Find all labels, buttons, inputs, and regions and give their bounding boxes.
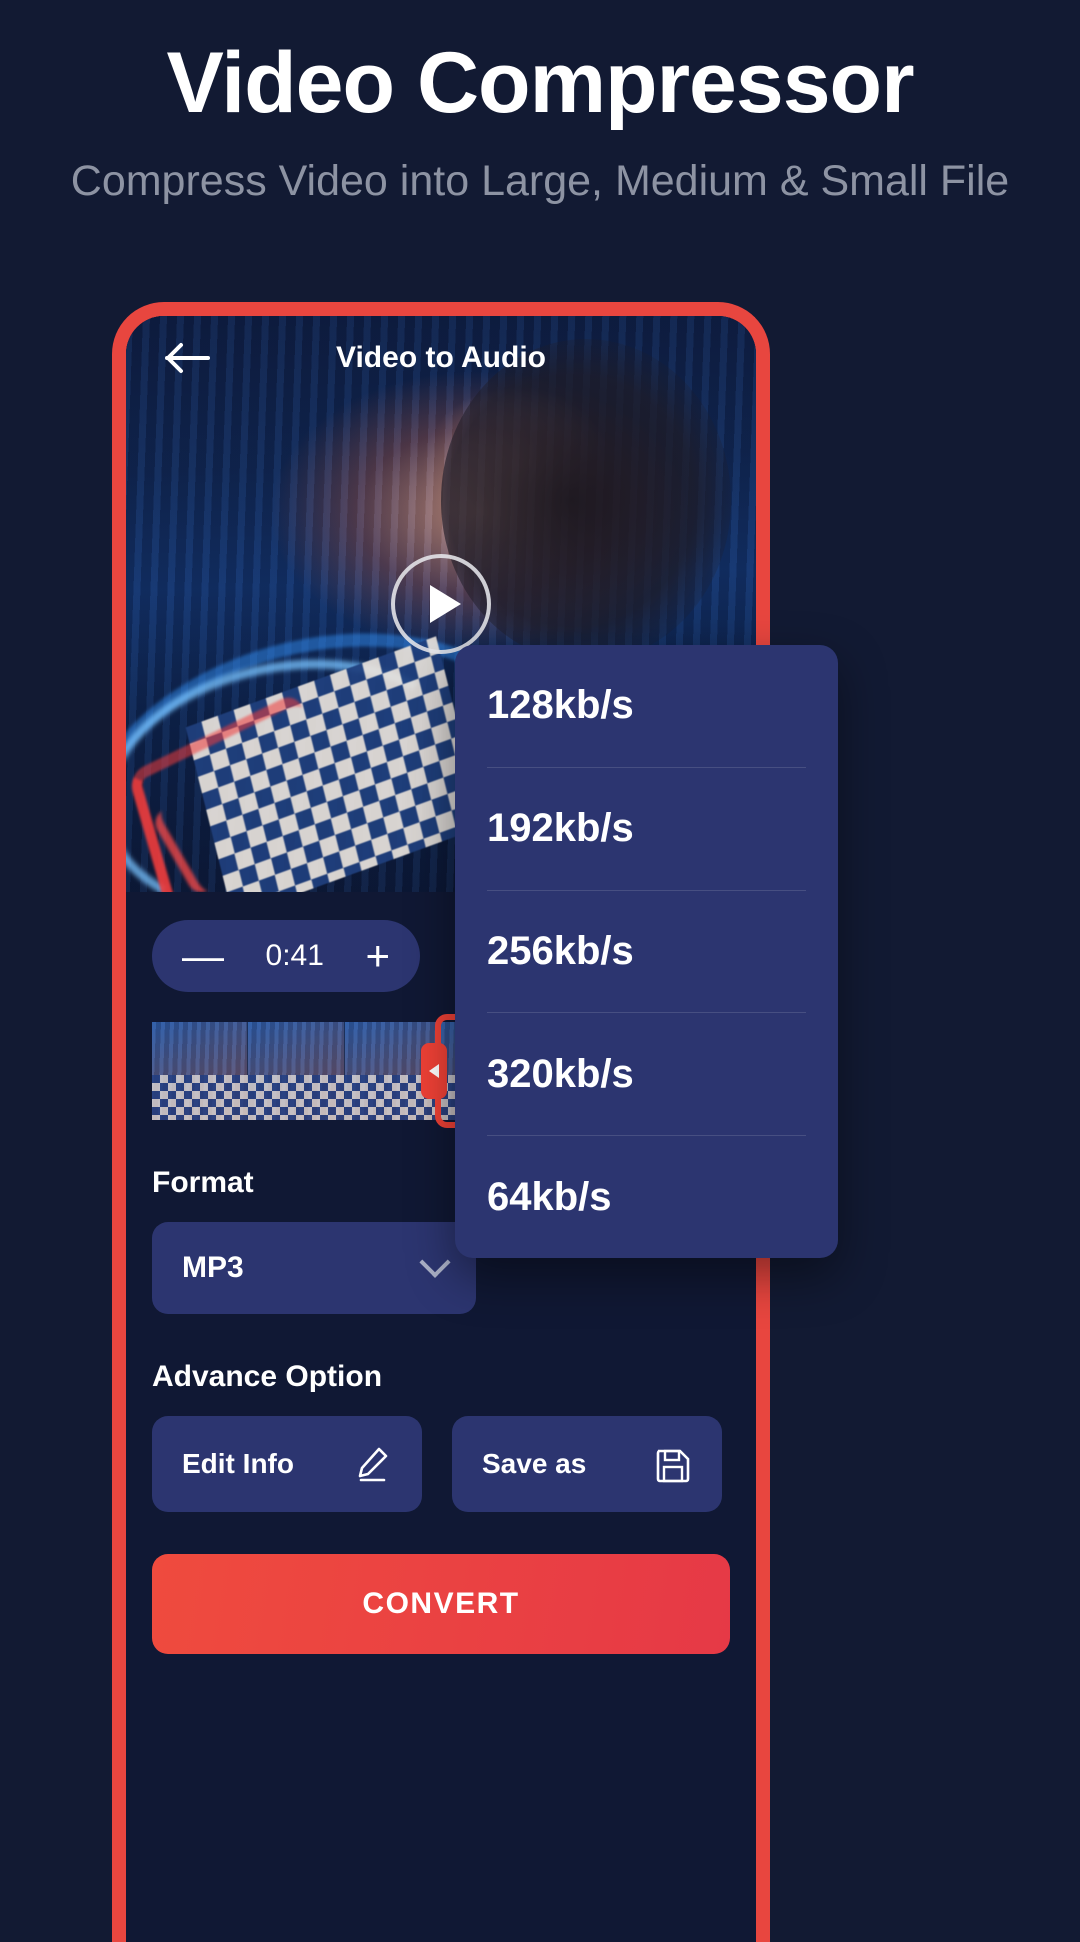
edit-info-button[interactable]: Edit Info xyxy=(152,1416,422,1512)
app-bar-title: Video to Audio xyxy=(336,341,546,374)
convert-button[interactable]: CONVERT xyxy=(152,1554,730,1654)
format-value: MP3 xyxy=(182,1251,244,1284)
advance-option-row: Edit Info Save as xyxy=(152,1416,730,1512)
advance-option-label: Advance Option xyxy=(152,1360,383,1393)
page-title: Video Compressor xyxy=(166,35,914,131)
bitrate-option[interactable]: 128kb/s xyxy=(487,645,806,768)
duration-stepper[interactable]: — 0:41 + xyxy=(152,920,420,992)
bitrate-option[interactable]: 256kb/s xyxy=(487,891,806,1014)
save-as-label: Save as xyxy=(482,1448,587,1479)
pencil-icon xyxy=(352,1444,392,1484)
bitrate-dropdown[interactable]: 128kb/s 192kb/s 256kb/s 320kb/s 64kb/s xyxy=(455,645,838,1258)
save-as-button[interactable]: Save as xyxy=(452,1416,722,1512)
app-bar: Video to Audio xyxy=(126,316,756,400)
bitrate-option[interactable]: 192kb/s xyxy=(487,768,806,891)
trim-left-handle[interactable] xyxy=(421,1043,448,1099)
increase-duration-button[interactable]: + xyxy=(365,935,390,978)
format-select[interactable]: MP3 xyxy=(152,1222,476,1314)
bitrate-option[interactable]: 64kb/s xyxy=(487,1136,806,1258)
duration-value: 0:41 xyxy=(265,939,324,972)
bitrate-option[interactable]: 320kb/s xyxy=(487,1013,806,1137)
floppy-disk-icon xyxy=(654,1445,692,1483)
play-icon[interactable] xyxy=(391,554,491,654)
promo-header: Video Compressor Compress Video into Lar… xyxy=(0,0,1080,210)
decrease-duration-button[interactable]: — xyxy=(182,935,224,978)
arrow-left-icon[interactable] xyxy=(162,332,214,384)
promo-subtitle: Compress Video into Large, Medium & Smal… xyxy=(70,157,1010,206)
edit-info-label: Edit Info xyxy=(182,1448,294,1479)
play-triangle xyxy=(430,585,461,623)
chevron-down-icon xyxy=(419,1246,451,1278)
